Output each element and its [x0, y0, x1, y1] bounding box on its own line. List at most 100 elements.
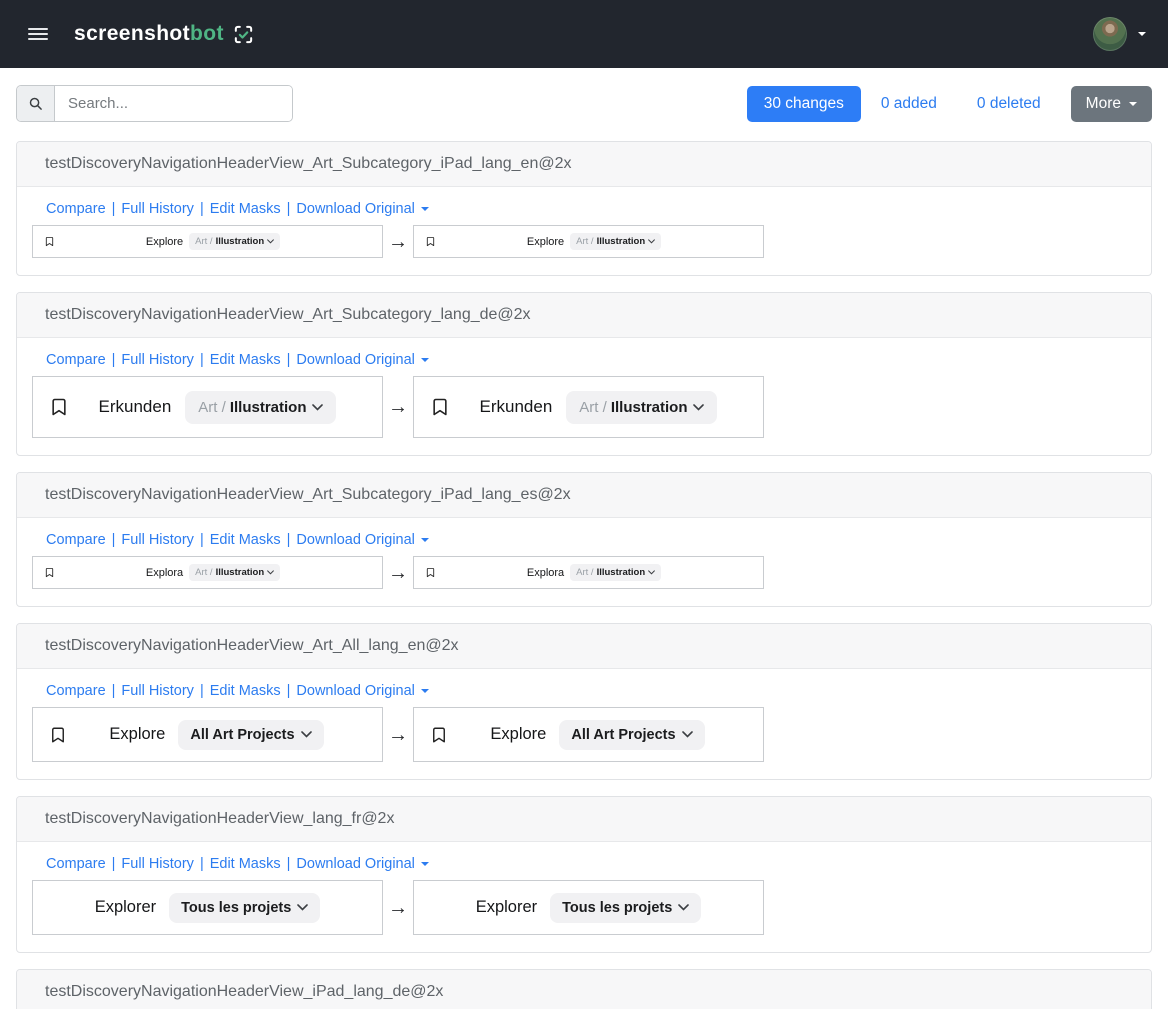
- download-original-link[interactable]: Download Original: [296, 856, 414, 872]
- menu-icon[interactable]: [28, 28, 48, 40]
- screenshot-thumbnail-before[interactable]: ExplorerTous les projets: [32, 880, 383, 935]
- explore-label: Explore: [527, 236, 564, 248]
- card-body: Compare|Full History|Edit Masks|Download…: [17, 842, 1151, 952]
- brand-text-accent: bot: [190, 22, 224, 45]
- chevron-down-icon: [297, 904, 308, 911]
- changes-button[interactable]: 30 changes: [747, 86, 861, 122]
- bookmark-icon: [49, 397, 69, 417]
- full-history-link[interactable]: Full History: [121, 201, 194, 217]
- category-name: Tous les projets: [181, 900, 291, 916]
- compare-link[interactable]: Compare: [46, 856, 106, 872]
- download-original-link[interactable]: Download Original: [296, 352, 414, 368]
- edit-masks-link[interactable]: Edit Masks: [210, 683, 281, 699]
- compare-link[interactable]: Compare: [46, 532, 106, 548]
- download-caret-icon: [421, 862, 429, 866]
- comparison-arrow-icon: →: [388, 563, 408, 583]
- category-prefix: Art /: [579, 399, 607, 416]
- comparison-row: ExploraArt /Illustration → ExploraArt /Ill…: [32, 556, 1136, 589]
- category-pill: All Art Projects: [559, 720, 704, 750]
- category-pill: Tous les projets: [550, 893, 701, 923]
- chevron-down-icon: [312, 404, 323, 411]
- thumb-content: ErkundenArt /Illustration: [69, 391, 366, 424]
- full-history-link[interactable]: Full History: [121, 856, 194, 872]
- bookmark-icon: [430, 726, 448, 744]
- download-original-link[interactable]: Download Original: [296, 532, 414, 548]
- chevron-down-icon: [682, 731, 693, 738]
- screenshot-thumbnail-after[interactable]: Explore All Art Projects: [413, 707, 764, 762]
- category-pill: Art / Illustration: [570, 233, 661, 250]
- deleted-link[interactable]: 0 deleted: [977, 95, 1041, 113]
- link-separator: |: [112, 532, 116, 548]
- explore-label: Explora: [146, 567, 183, 579]
- bookmark-icon: [49, 726, 67, 744]
- brand-text-primary: screenshot: [74, 22, 190, 45]
- full-history-link[interactable]: Full History: [121, 352, 194, 368]
- chevron-down-icon: [648, 570, 655, 575]
- download-original-link[interactable]: Download Original: [296, 201, 414, 217]
- category-prefix: Art /: [576, 236, 593, 247]
- toolbar: 30 changes 0 added 0 deleted More: [0, 68, 1168, 122]
- explore-label: Explora: [527, 567, 564, 579]
- brand-logo[interactable]: screenshotbot: [74, 22, 255, 46]
- screenshot-thumbnail-after[interactable]: Explore Art / Illustration: [413, 225, 764, 258]
- full-history-link[interactable]: Full History: [121, 532, 194, 548]
- user-menu-caret-icon: [1138, 32, 1146, 36]
- link-separator: |: [200, 352, 204, 368]
- download-caret-icon: [421, 538, 429, 542]
- screenshot-card: testDiscoveryNavigationHeaderView_lang_f…: [16, 796, 1152, 953]
- link-separator: |: [287, 201, 291, 217]
- card-actions: Compare|Full History|Edit Masks|Download…: [46, 352, 1136, 368]
- compare-link[interactable]: Compare: [46, 683, 106, 699]
- download-original-link[interactable]: Download Original: [296, 683, 414, 699]
- compare-link[interactable]: Compare: [46, 352, 106, 368]
- full-history-link[interactable]: Full History: [121, 683, 194, 699]
- thumb-content: Explore All Art Projects: [448, 720, 747, 750]
- bookmark-icon: [425, 567, 436, 578]
- link-separator: |: [200, 201, 204, 217]
- explore-label: Explore: [490, 725, 546, 744]
- more-caret-icon: [1129, 102, 1137, 106]
- compare-link[interactable]: Compare: [46, 201, 106, 217]
- more-button[interactable]: More: [1071, 86, 1152, 122]
- screenshot-thumbnail-before[interactable]: ExploreArt /Illustration: [32, 225, 383, 258]
- chevron-down-icon: [267, 570, 274, 575]
- screenshot-thumbnail-after[interactable]: ExplorerTous les projets: [413, 880, 764, 935]
- edit-masks-link[interactable]: Edit Masks: [210, 532, 281, 548]
- added-link[interactable]: 0 added: [881, 95, 937, 113]
- avatar: [1093, 17, 1127, 51]
- screenshot-card: testDiscoveryNavigationHeaderView_Art_Su…: [16, 472, 1152, 607]
- edit-masks-link[interactable]: Edit Masks: [210, 856, 281, 872]
- comparison-arrow-icon: →: [388, 898, 408, 918]
- edit-masks-link[interactable]: Edit Masks: [210, 201, 281, 217]
- bookmark-icon: [44, 236, 55, 247]
- category-name: All Art Projects: [571, 727, 675, 743]
- category-name: Illustration: [597, 236, 646, 247]
- test-name: testDiscoveryNavigationHeaderView_Art_Su…: [45, 306, 531, 323]
- comparison-list: testDiscoveryNavigationHeaderView_Art_Su…: [0, 122, 1168, 1009]
- download-caret-icon: [421, 358, 429, 362]
- thumb-content: ExploraArt /Illustration: [55, 564, 371, 581]
- category-pill: All Art Projects: [178, 720, 323, 750]
- screenshot-thumbnail-before[interactable]: ExploraArt /Illustration: [32, 556, 383, 589]
- edit-masks-link[interactable]: Edit Masks: [210, 352, 281, 368]
- comparison-arrow-icon: →: [388, 232, 408, 252]
- bookmark-icon: [425, 236, 436, 247]
- category-name: Illustration: [230, 399, 307, 416]
- card-header: testDiscoveryNavigationHeaderView_Art_Su…: [17, 142, 1151, 187]
- top-navbar: screenshotbot: [0, 0, 1168, 68]
- bookmark-icon: [44, 567, 55, 578]
- explore-label: Erkunden: [480, 397, 553, 417]
- download-caret-icon: [421, 207, 429, 211]
- card-actions: Compare|Full History|Edit Masks|Download…: [46, 532, 1136, 548]
- screenshot-thumbnail-before[interactable]: ExploreAll Art Projects: [32, 707, 383, 762]
- search-input[interactable]: [55, 86, 292, 121]
- thumb-content: ErkundenArt /Illustration: [450, 391, 747, 424]
- user-menu[interactable]: [1093, 17, 1150, 51]
- screenshot-thumbnail-after[interactable]: ExploraArt /Illustration: [413, 556, 764, 589]
- card-header: testDiscoveryNavigationHeaderView_Art_Su…: [17, 293, 1151, 338]
- thumb-content: ExploraArt /Illustration: [436, 564, 752, 581]
- screenshot-thumbnail-after[interactable]: ErkundenArt /Illustration: [413, 376, 764, 438]
- screenshot-thumbnail-before[interactable]: ErkundenArt /Illustration: [32, 376, 383, 438]
- chevron-down-icon: [693, 404, 704, 411]
- category-name: Illustration: [216, 236, 265, 247]
